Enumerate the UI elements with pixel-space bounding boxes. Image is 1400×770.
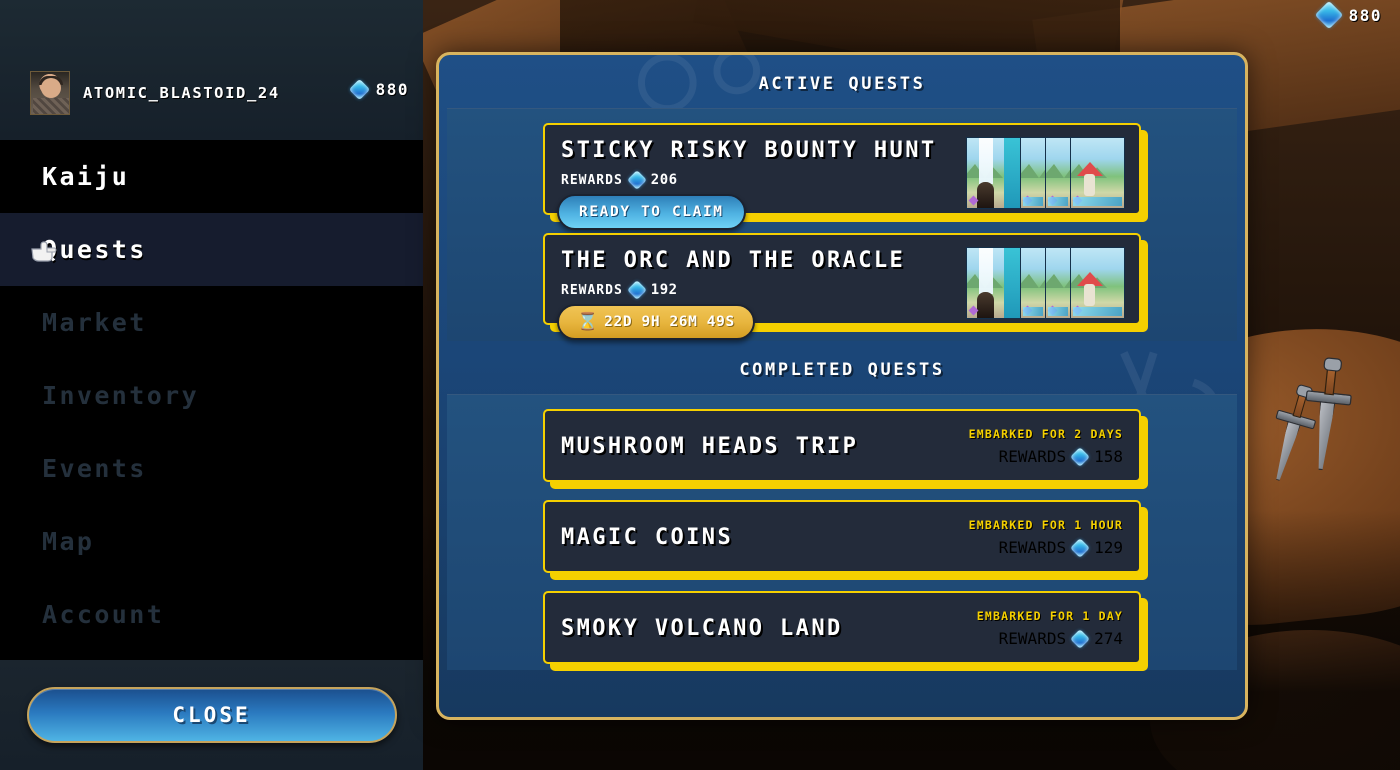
close-button-label: CLOSE bbox=[172, 703, 251, 727]
sidebar-currency: 880 bbox=[348, 78, 409, 101]
sidebar-nav: Kaiju Quests Market Inventory Events Map… bbox=[0, 140, 423, 675]
sidebar-item-events[interactable]: Events bbox=[0, 432, 423, 505]
embarked-label: EMBARKED FOR 1 DAY bbox=[976, 609, 1123, 623]
gem-icon bbox=[1070, 537, 1090, 558]
sidebar-item-inventory[interactable]: Inventory bbox=[0, 359, 423, 432]
quest-rewards: REWARDS 158 bbox=[969, 446, 1123, 467]
gem-icon bbox=[626, 170, 647, 190]
quest-title: MAGIC COINS bbox=[561, 525, 734, 550]
sidebar-item-account[interactable]: Account bbox=[0, 578, 423, 651]
topbar-currency: 880 bbox=[1314, 0, 1382, 30]
rewards-label: REWARDS bbox=[561, 172, 623, 188]
rewards-value: 129 bbox=[1094, 538, 1123, 557]
rewards-label: REWARDS bbox=[998, 447, 1067, 466]
quest-thumbnail bbox=[966, 247, 1021, 319]
sidebar-item-market[interactable]: Market bbox=[0, 286, 423, 359]
sidebar-item-label: Kaiju bbox=[42, 162, 130, 191]
completed-quests-group: MUSHROOM HEADS TRIP EMBARKED FOR 2 DAYS … bbox=[447, 394, 1237, 670]
ready-to-claim-button[interactable]: READY TO CLAIM bbox=[557, 194, 746, 230]
quest-timer-badge[interactable]: ⌛ 22D 9H 26M 49S bbox=[557, 304, 755, 340]
sidebar-item-map[interactable]: Map bbox=[0, 505, 423, 578]
quest-thumbnails bbox=[966, 247, 1125, 319]
rewards-label: REWARDS bbox=[561, 282, 623, 298]
quest-card-completed[interactable]: MUSHROOM HEADS TRIP EMBARKED FOR 2 DAYS … bbox=[543, 409, 1141, 482]
quest-thumbnail bbox=[1020, 247, 1046, 319]
rewards-value: 206 bbox=[650, 172, 678, 188]
sidebar-item-label: Market bbox=[42, 308, 147, 337]
completed-meta: EMBARKED FOR 1 HOUR REWARDS 129 bbox=[968, 518, 1123, 558]
gem-icon bbox=[348, 78, 370, 101]
embarked-label: EMBARKED FOR 1 HOUR bbox=[968, 518, 1123, 532]
hourglass-icon: ⌛ bbox=[577, 311, 599, 332]
gem-icon bbox=[1314, 0, 1343, 30]
sidebar-item-quests[interactable]: Quests bbox=[0, 213, 423, 286]
completed-quests-title: COMPLETED QUESTS bbox=[739, 360, 945, 380]
active-quests-title: ACTIVE QUESTS bbox=[758, 74, 926, 94]
quest-thumbnails bbox=[966, 137, 1125, 209]
sidebar-item-label: Account bbox=[42, 600, 165, 629]
quest-card-active[interactable]: THE ORC AND THE ORACLE REWARDS 192 ⌛ 22D… bbox=[543, 233, 1141, 340]
quest-card-active[interactable]: STICKY RISKY BOUNTY HUNT REWARDS 206 REA… bbox=[543, 123, 1141, 230]
rewards-label: REWARDS bbox=[998, 629, 1067, 648]
quest-thumbnail bbox=[1070, 137, 1125, 209]
quest-timer-label: 22D 9H 26M 49S bbox=[604, 314, 735, 330]
quest-title: MUSHROOM HEADS TRIP bbox=[561, 434, 859, 459]
ready-to-claim-label: READY TO CLAIM bbox=[579, 204, 724, 220]
sidebar-item-label: Events bbox=[42, 454, 147, 483]
profile-row[interactable]: ATOMIC_BLASTOID_24 bbox=[30, 71, 280, 115]
completed-meta: EMBARKED FOR 2 DAYS REWARDS 158 bbox=[968, 427, 1123, 467]
quest-card-completed[interactable]: SMOKY VOLCANO LAND EMBARKED FOR 1 DAY RE… bbox=[543, 591, 1141, 664]
pointing-hand-icon bbox=[31, 240, 57, 262]
close-button[interactable]: CLOSE bbox=[26, 687, 397, 743]
quest-rewards: REWARDS 274 bbox=[977, 628, 1123, 649]
sidebar-item-kaiju[interactable]: Kaiju bbox=[0, 140, 423, 213]
rewards-value: 192 bbox=[650, 282, 678, 298]
close-button-area: CLOSE bbox=[0, 660, 423, 770]
quest-title: SMOKY VOLCANO LAND bbox=[561, 616, 843, 641]
active-quests-group: STICKY RISKY BOUNTY HUNT REWARDS 206 REA… bbox=[447, 108, 1237, 341]
quest-thumbnail bbox=[1070, 247, 1125, 319]
quest-card-completed[interactable]: MAGIC COINS EMBARKED FOR 1 HOUR REWARDS … bbox=[543, 500, 1141, 573]
quest-thumbnail bbox=[1020, 137, 1046, 209]
embarked-label: EMBARKED FOR 2 DAYS bbox=[968, 427, 1123, 441]
gem-icon bbox=[1070, 446, 1090, 467]
quest-thumbnail bbox=[1045, 247, 1071, 319]
quests-panel: ACTIVE QUESTS STICKY RISKY BOUNTY HUNT R… bbox=[436, 52, 1248, 720]
rewards-value: 274 bbox=[1094, 629, 1123, 648]
quest-thumbnail bbox=[1045, 137, 1071, 209]
quest-thumbnail bbox=[966, 137, 1021, 209]
rewards-value: 158 bbox=[1094, 447, 1123, 466]
completed-meta: EMBARKED FOR 1 DAY REWARDS 274 bbox=[976, 609, 1123, 649]
gem-icon bbox=[626, 280, 647, 300]
sidebar-gem-count: 880 bbox=[375, 80, 409, 99]
sidebar-header: ATOMIC_BLASTOID_24 880 bbox=[0, 0, 423, 140]
sidebar-item-label: Inventory bbox=[42, 381, 200, 410]
sidebar: ATOMIC_BLASTOID_24 880 Kaiju Quests Mark… bbox=[0, 0, 423, 770]
rewards-label: REWARDS bbox=[998, 538, 1067, 557]
quest-rewards: REWARDS 129 bbox=[969, 537, 1123, 558]
gem-icon bbox=[1070, 628, 1090, 649]
topbar-gem-count: 880 bbox=[1348, 5, 1382, 25]
username-label: ATOMIC_BLASTOID_24 bbox=[83, 84, 280, 102]
sidebar-item-label: Map bbox=[42, 527, 95, 556]
avatar bbox=[30, 71, 70, 115]
